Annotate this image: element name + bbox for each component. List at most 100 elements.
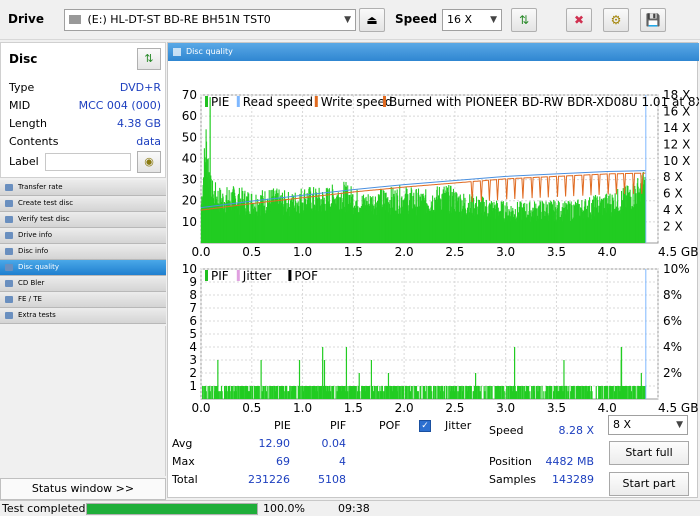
- menu-item-cd-bler[interactable]: CD Bler: [0, 276, 166, 292]
- samples-value: 143289: [552, 473, 594, 486]
- y-tick-label-left: 20: [182, 194, 197, 208]
- legend-swatch: [314, 96, 318, 107]
- drive-select[interactable]: (E:) HL-DT-ST BD-RE BH51N TST0 ▼: [64, 9, 356, 31]
- stat-avg-pie: 12.90: [258, 437, 291, 450]
- disc-key: Label: [9, 155, 39, 168]
- toolbar: Drive (E:) HL-DT-ST BD-RE BH51N TST0 ▼ ⏏…: [0, 0, 700, 40]
- disc-icon: ◉: [144, 155, 154, 168]
- status-bar: Test completed 100.0% 09:38: [0, 500, 700, 516]
- disc-key: MID: [9, 99, 31, 112]
- x-tick-label: 3.5: [547, 401, 566, 415]
- save-button[interactable]: 💾: [640, 8, 666, 32]
- menu-item-disc-quality[interactable]: Disc quality: [0, 260, 166, 276]
- disc-row-mid: MID MCC 004 (000): [9, 99, 161, 115]
- jitter-checkbox[interactable]: ✓: [419, 420, 431, 432]
- disc-label-button[interactable]: ◉: [137, 151, 161, 173]
- x-tick-label: 1.5: [344, 401, 363, 415]
- y-tick-label-right: 6 X: [663, 187, 683, 201]
- refresh-icon: ⇅: [144, 52, 154, 65]
- stat-header-pof: POF: [379, 419, 401, 432]
- menu-item-icon: [5, 200, 13, 207]
- speed-select[interactable]: 16 X ▼: [442, 9, 502, 31]
- menu-item-create-test-disc[interactable]: Create test disc: [0, 196, 166, 212]
- speed-stat-value: 8.28 X: [558, 424, 594, 437]
- menu-item-drive-info[interactable]: Drive info: [0, 228, 166, 244]
- test-speed-select[interactable]: 8 X ▼: [608, 415, 688, 435]
- stat-avg-pif: 0.04: [321, 437, 347, 450]
- y-tick-label-left: 10: [182, 262, 197, 276]
- stat-header-pif: PIF: [330, 419, 347, 432]
- y-tick-label-left: 6: [189, 314, 197, 328]
- disc-key: Contents: [9, 135, 59, 148]
- y-tick-label-left: 50: [182, 130, 197, 144]
- menu-item-verify-test-disc[interactable]: Verify test disc: [0, 212, 166, 228]
- disc-quality-icon: [173, 48, 181, 56]
- progress-percent: 100.0%: [263, 502, 305, 515]
- x-tick-label: 1.0: [293, 401, 312, 415]
- disc-row-length: Length 4.38 GB: [9, 117, 161, 133]
- y-tick-label-left: 10: [182, 215, 197, 229]
- y-tick-label-right: 8 X: [663, 170, 683, 184]
- disc-label-input[interactable]: [45, 153, 131, 171]
- speed-label: Speed: [395, 12, 438, 26]
- menu-item-icon: [5, 280, 13, 287]
- menu-item-label: Create test disc: [18, 199, 74, 207]
- y-tick-label-left: 4: [189, 340, 197, 354]
- position-label: Position: [489, 455, 532, 468]
- disc-value: data: [136, 135, 161, 148]
- y-tick-label-left: 2: [189, 366, 197, 380]
- legend-swatch: [288, 270, 292, 281]
- menu-item-disc-info[interactable]: Disc info: [0, 244, 166, 260]
- drive-label: Drive: [8, 12, 44, 26]
- disc-value: MCC 004 (000): [78, 99, 161, 112]
- chevron-down-icon: ▼: [344, 15, 351, 25]
- menu-item-extra-tests[interactable]: Extra tests: [0, 308, 166, 324]
- x-tick-label: 3.0: [496, 245, 515, 259]
- disc-info-panel: Disc ⇅ Type DVD+R MID MCC 004 (000) Leng…: [0, 42, 166, 178]
- disc-key: Type: [9, 81, 35, 94]
- y-tick-label-right: 4%: [663, 340, 682, 354]
- start-part-button[interactable]: Start part: [609, 472, 689, 496]
- disc-value: 4.38 GB: [116, 117, 161, 130]
- x-tick-label: 1.5: [344, 245, 363, 259]
- stat-label-max: Max: [172, 455, 195, 468]
- start-full-button[interactable]: Start full: [609, 441, 689, 465]
- x-tick-label: 2.5: [445, 401, 464, 415]
- x-tick-label: 2.5: [445, 245, 464, 259]
- disc-row-contents: Contents data: [9, 135, 161, 151]
- erase-button[interactable]: ✖: [566, 8, 592, 32]
- y-tick-label-left: 40: [182, 151, 197, 165]
- disc-quality-panel: Disc quality 10 20 30 40 50 60 70 0.0 0.5 1.0 1.5 2…: [167, 42, 699, 498]
- y-tick-label-right: 10 X: [663, 154, 690, 168]
- refresh-icon: ⇅: [518, 13, 530, 27]
- x-tick-label: 3.5: [547, 245, 566, 259]
- position-value: 4482 MB: [545, 455, 594, 468]
- y-tick-label-left: 1: [189, 379, 197, 393]
- menu-item-transfer-rate[interactable]: Transfer rate: [0, 180, 166, 196]
- disc-refresh-button[interactable]: ⇅: [137, 48, 161, 70]
- y-tick-label-right: 8%: [663, 288, 682, 302]
- disc-row-type: Type DVD+R: [9, 81, 161, 97]
- chevron-down-icon: ▼: [490, 15, 497, 25]
- menu-item-fe-te[interactable]: FE / TE: [0, 292, 166, 308]
- menu-item-icon: [5, 248, 13, 255]
- chevron-down-icon: ▼: [676, 420, 683, 430]
- x-tick-label: 2.0: [395, 245, 414, 259]
- eject-button[interactable]: ⏏: [359, 8, 385, 32]
- samples-label: Samples: [489, 473, 536, 486]
- y-tick-label-left: 60: [182, 109, 197, 123]
- status-text: Test completed: [2, 502, 86, 515]
- disc-panel-title: Disc: [9, 52, 38, 66]
- status-window-button[interactable]: Status window >>: [0, 478, 166, 500]
- menu-item-icon: [5, 232, 13, 239]
- y-tick-label-left: 9: [189, 275, 197, 289]
- x-tick-label: 4.0: [598, 245, 617, 259]
- refresh-speed-button[interactable]: ⇅: [511, 8, 537, 32]
- y-tick-label-left: 70: [182, 88, 197, 102]
- gears-icon: ⚙: [610, 13, 622, 27]
- menu-item-label: Verify test disc: [18, 215, 70, 223]
- test-menu: Transfer rate Create test disc Verify test…: [0, 180, 166, 324]
- options-button[interactable]: ⚙: [603, 8, 629, 32]
- y-tick-label-right: 2%: [663, 366, 682, 380]
- legend-entry: Burned with PIONEER BD-RW BDR-XD08U 1.01…: [389, 95, 699, 109]
